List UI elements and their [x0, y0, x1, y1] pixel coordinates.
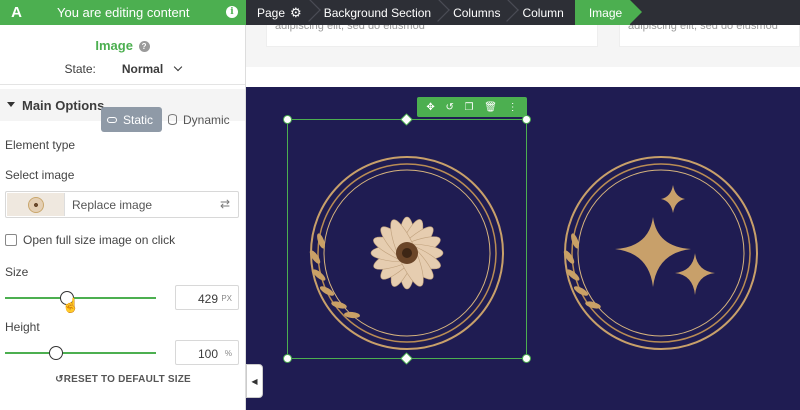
state-label: State:: [64, 62, 96, 76]
height-value: 100: [197, 347, 218, 361]
move-icon[interactable]: ✥: [426, 102, 434, 113]
state-value[interactable]: Normal: [122, 62, 163, 76]
size-input[interactable]: 429 PX: [175, 285, 239, 310]
info-icon[interactable]: i: [226, 6, 238, 18]
panel-title: Image: [95, 38, 133, 53]
breadcrumb-columns[interactable]: Columns: [442, 0, 511, 25]
duplicate-icon[interactable]: ❐: [465, 102, 474, 113]
element-type-static-button[interactable]: Static: [101, 107, 162, 132]
editing-status: You are editing content i: [33, 0, 246, 25]
text-card-right: adipiscing elit, sed do eiusmod: [619, 25, 800, 47]
undo-icon[interactable]: ↺: [445, 102, 453, 113]
element-type-label: Element type: [5, 138, 76, 152]
image-picker[interactable]: Replace image ⇄: [5, 191, 239, 218]
caret-down-icon: [7, 102, 15, 107]
height-unit: %: [224, 349, 232, 358]
resize-handle-top-right[interactable]: [522, 115, 531, 124]
height-label: Height: [5, 320, 40, 334]
breadcrumb-page-label: Page: [257, 5, 286, 20]
resize-handle-bottom-right[interactable]: [522, 354, 531, 363]
breadcrumb-background-section[interactable]: Background Section: [313, 0, 442, 25]
open-full-size-label: Open full size image on click: [23, 233, 176, 247]
help-icon[interactable]: ?: [138, 41, 150, 52]
main-options-title: Main Options: [22, 97, 105, 113]
size-value: 429: [197, 292, 218, 306]
top-bar: A You are editing content i Page ⚙ Backg…: [0, 0, 800, 25]
hand-cursor-icon: ☝: [62, 297, 80, 313]
replace-image-button[interactable]: Replace image: [72, 198, 152, 212]
more-options-icon[interactable]: ⋮: [508, 102, 518, 113]
gear-icon[interactable]: ⚙: [290, 5, 302, 21]
collapse-panel-button[interactable]: ◀: [246, 364, 263, 398]
dynamic-label: Dynamic: [183, 112, 230, 127]
chevron-down-icon[interactable]: [173, 62, 182, 72]
delete-icon[interactable]: 🗑: [484, 102, 497, 113]
app-logo[interactable]: A: [0, 0, 33, 25]
panel-header: Image ? State: Normal: [0, 25, 245, 85]
size-slider-track[interactable]: [5, 297, 156, 299]
size-label: Size: [5, 265, 29, 279]
reset-default-size-button[interactable]: ↺RESET TO DEFAULT SIZE: [0, 374, 246, 385]
resize-handle-bottom-left[interactable]: [283, 354, 292, 363]
breadcrumb-column[interactable]: Column: [511, 0, 574, 25]
image-thumbnail: [7, 193, 65, 216]
state-selector[interactable]: State: Normal: [0, 62, 245, 76]
page-gap: [246, 67, 800, 87]
resize-handle-top-left[interactable]: [283, 115, 292, 124]
element-toolbar: ✥ ↺ ❐ 🗑 ⋮: [417, 97, 527, 117]
link-icon: [107, 116, 117, 123]
editing-label: You are editing content: [57, 5, 190, 20]
height-slider-thumb[interactable]: [49, 346, 63, 360]
height-slider-track[interactable]: [5, 352, 156, 354]
select-image-label: Select image: [5, 168, 75, 182]
panel-title-row: Image ?: [0, 38, 245, 53]
swap-icon[interactable]: ⇄: [220, 197, 230, 211]
stars-wreath-image: [563, 156, 758, 350]
breadcrumb-page[interactable]: Page ⚙: [246, 0, 313, 25]
breadcrumb-image[interactable]: Image: [574, 0, 643, 25]
reset-label: RESET TO DEFAULT SIZE: [63, 374, 191, 385]
height-input[interactable]: 100 %: [175, 340, 239, 365]
open-full-size-checkbox[interactable]: [5, 234, 17, 246]
reset-icon: ↺: [55, 374, 64, 385]
text-card-left: adipiscing elit, sed do eiusmod: [266, 25, 598, 47]
database-icon: [168, 114, 177, 125]
selected-image-frame[interactable]: [287, 119, 527, 359]
element-type-dynamic-button[interactable]: Dynamic: [168, 107, 230, 132]
static-label: Static: [123, 112, 154, 127]
breadcrumb: Page ⚙ Background Section Columns Column…: [246, 0, 643, 25]
size-unit: PX: [221, 294, 232, 303]
